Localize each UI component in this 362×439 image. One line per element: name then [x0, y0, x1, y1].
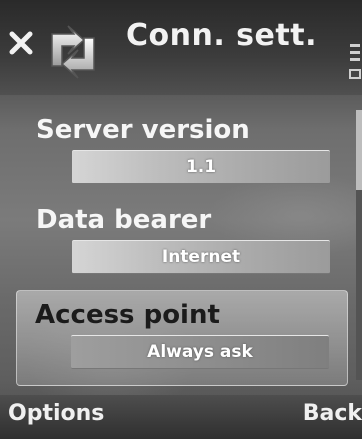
signal-indicator-icon — [349, 44, 361, 79]
setting-label: Server version — [36, 115, 250, 145]
options-softkey[interactable]: Options — [8, 401, 104, 426]
close-icon[interactable] — [8, 30, 34, 56]
phone-screen: Conn. sett. Server version 1.1 Data bear… — [0, 0, 362, 439]
setting-access-point[interactable]: Access point Always ask — [16, 290, 348, 386]
setting-server-version[interactable]: Server version 1.1 — [22, 110, 340, 200]
setting-value[interactable]: 1.1 — [72, 150, 330, 184]
setting-label: Data bearer — [36, 205, 212, 235]
settings-list: Server version 1.1 Data bearer Internet … — [16, 110, 348, 386]
back-softkey[interactable]: Back — [303, 401, 362, 426]
setting-label: Access point — [35, 300, 220, 330]
setting-value[interactable]: Always ask — [71, 335, 329, 369]
setting-data-bearer[interactable]: Data bearer Internet — [22, 200, 340, 290]
title-bar: Conn. sett. — [0, 0, 362, 95]
setting-value[interactable]: Internet — [72, 240, 330, 274]
softkey-bar: Options Back — [0, 395, 362, 439]
scrollbar-thumb[interactable] — [356, 110, 362, 190]
page-title: Conn. sett. — [126, 18, 317, 53]
sync-arrows-icon — [51, 25, 95, 79]
